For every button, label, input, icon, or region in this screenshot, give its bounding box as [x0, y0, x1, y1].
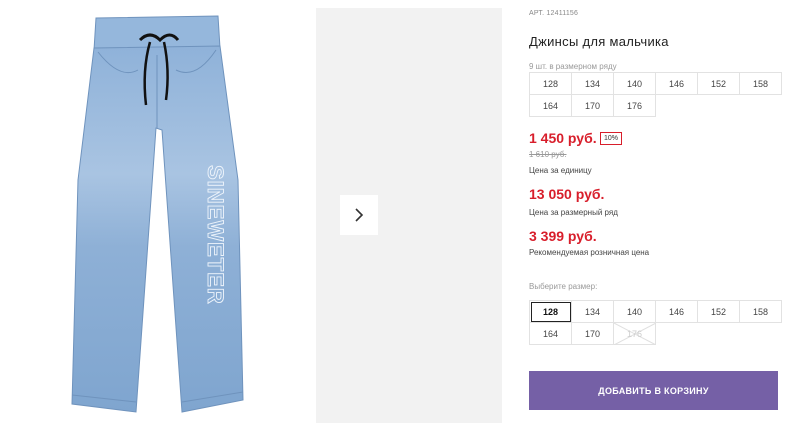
- size-option-164[interactable]: 164: [530, 323, 572, 345]
- size-option-146[interactable]: 146: [656, 301, 698, 323]
- retail-price-caption: Рекомендуемая розничная цена: [529, 248, 650, 257]
- row-price-caption: Цена за размерный ряд: [529, 208, 618, 217]
- size-row-cell: 152: [698, 73, 740, 95]
- size-row-cell: 134: [572, 73, 614, 95]
- chevron-right-icon: [355, 208, 364, 222]
- size-option-170[interactable]: 170: [572, 323, 614, 345]
- jeans-print-text: SINEWETER: [203, 165, 228, 305]
- product-image[interactable]: SINEWETER: [0, 0, 307, 423]
- size-row-cell: 176: [614, 95, 656, 117]
- size-row-cell: 170: [572, 95, 614, 117]
- product-title: Джинсы для мальчика: [529, 34, 669, 49]
- size-option-176-unavailable: 176: [614, 323, 656, 345]
- product-page: SINEWETER АРТ. 12411156 Джинсы для мальч…: [0, 0, 800, 423]
- product-sku: АРТ. 12411156: [529, 10, 579, 17]
- discount-badge: 10%: [600, 132, 623, 145]
- row-price: 13 050 руб.: [529, 186, 605, 202]
- size-option-134[interactable]: 134: [572, 301, 614, 323]
- retail-price: 3 399 руб.: [529, 228, 597, 244]
- jeans-illustration: SINEWETER: [71, 15, 244, 413]
- size-row-cell: 140: [614, 73, 656, 95]
- size-row-cell: 158: [740, 73, 782, 95]
- size-option-152[interactable]: 152: [698, 301, 740, 323]
- size-row-grid: 128 134 140 146 152 158 164 170 176: [529, 72, 782, 117]
- size-picker: 128 134 140 146 152 158 164 170 176: [529, 300, 782, 345]
- old-price: 1 610 руб.: [529, 150, 567, 159]
- size-option-128[interactable]: 128: [530, 301, 572, 323]
- size-option-label: 176: [626, 328, 643, 339]
- size-option-158[interactable]: 158: [740, 301, 782, 323]
- size-row-cell: 146: [656, 73, 698, 95]
- size-row-note: 9 шт. в размерном ряду: [529, 62, 617, 71]
- next-image-button[interactable]: [340, 195, 378, 235]
- add-to-cart-button[interactable]: ДОБАВИТЬ В КОРЗИНУ: [529, 371, 778, 410]
- size-picker-label: Выберите размер:: [529, 282, 598, 291]
- size-row-cell: 128: [530, 73, 572, 95]
- size-option-140[interactable]: 140: [614, 301, 656, 323]
- unit-price-caption: Цена за единицу: [529, 166, 592, 175]
- unit-price: 1 450 руб.: [529, 130, 597, 146]
- size-row-cell: 164: [530, 95, 572, 117]
